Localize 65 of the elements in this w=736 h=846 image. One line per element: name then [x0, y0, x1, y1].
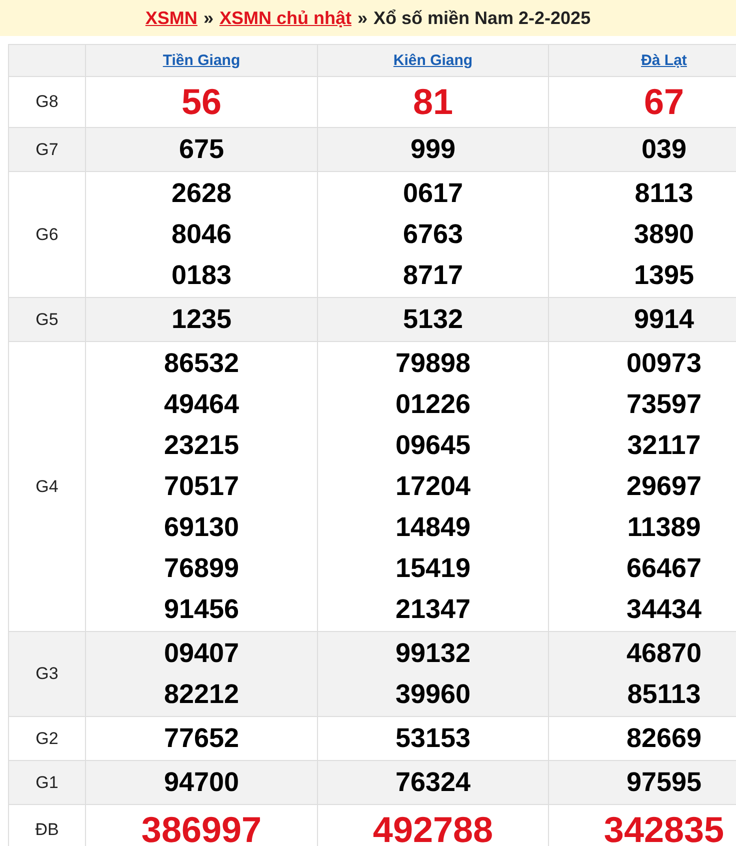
prize-number: 85113	[626, 678, 702, 711]
prize-number: 8113	[634, 177, 694, 210]
prize-number: 492788	[372, 808, 494, 846]
prize-label: G6	[8, 172, 86, 298]
breadcrumb-separator: »	[357, 6, 368, 30]
prize-number: 999	[409, 133, 457, 166]
prize-number: 21347	[394, 593, 472, 626]
prize-number: 79898	[394, 347, 472, 380]
province-link[interactable]: Kiên Giang	[393, 52, 473, 68]
prize-number: 17204	[394, 470, 472, 503]
prize-number: 82212	[162, 678, 240, 711]
prize-number: 91456	[162, 593, 240, 626]
prize-number: 86532	[162, 347, 240, 380]
prize-number: 11389	[626, 511, 702, 544]
prize-label: ĐB	[8, 804, 86, 846]
prize-number: 69130	[162, 511, 240, 544]
prize-number: 97595	[625, 766, 703, 799]
prize-number: 14849	[394, 511, 472, 544]
prize-number: 76324	[394, 766, 472, 799]
province-link[interactable]: Đà Lạt	[641, 52, 687, 68]
province-link[interactable]: Tiền Giang	[162, 52, 240, 68]
prize-number: 99132	[394, 637, 472, 670]
prize-number: 386997	[140, 808, 263, 846]
prize-number: 70517	[162, 470, 240, 503]
prize-number: 34434	[625, 593, 703, 626]
prize-number: 1235	[170, 303, 233, 336]
prize-number: 09407	[162, 637, 240, 670]
page-title: Xổ số miền Nam 2-2-2025	[373, 6, 591, 30]
prize-number: 00973	[625, 347, 703, 380]
prize-number: 32117	[626, 429, 702, 462]
prize-number: 94700	[162, 766, 240, 799]
prize-number: 15419	[394, 552, 472, 585]
prize-number: 39960	[394, 678, 472, 711]
prize-number: 73597	[625, 388, 703, 421]
prize-number: 0617	[402, 177, 464, 210]
prize-number: 0183	[170, 259, 233, 292]
prize-number: 2628	[170, 177, 233, 210]
prize-number: 8046	[170, 218, 233, 251]
prize-number: 09645	[394, 429, 472, 462]
prize-number: 66467	[625, 552, 703, 585]
prize-number: 6763	[402, 218, 464, 251]
prize-number: 675	[178, 133, 226, 166]
prize-number: 53153	[394, 722, 472, 755]
prize-number: 01226	[394, 388, 472, 421]
breadcrumb-link[interactable]: XSMN	[145, 4, 198, 32]
prize-number: 82669	[625, 722, 703, 755]
prize-label: G4	[8, 342, 86, 632]
prize-number: 49464	[162, 388, 240, 421]
prize-number: 56	[180, 80, 223, 124]
prize-number: 1395	[632, 259, 696, 292]
prize-number: 342835	[602, 808, 726, 846]
prize-number: 67	[642, 80, 686, 124]
prize-number: 8717	[402, 259, 464, 292]
prize-number: 77652	[162, 722, 240, 755]
prize-number: 76899	[162, 552, 240, 585]
prize-number: 5132	[402, 303, 464, 336]
prize-number: 29697	[625, 470, 703, 503]
prize-number: 039	[640, 133, 688, 166]
breadcrumb-separator: »	[203, 6, 214, 30]
prize-number: 3890	[632, 218, 696, 251]
prize-number: 9914	[632, 303, 696, 336]
prize-number: 46870	[625, 637, 703, 670]
prize-number: 23215	[162, 429, 240, 462]
breadcrumb-link[interactable]: XSMN chủ nhật	[219, 4, 352, 32]
prize-number: 81	[412, 80, 454, 124]
